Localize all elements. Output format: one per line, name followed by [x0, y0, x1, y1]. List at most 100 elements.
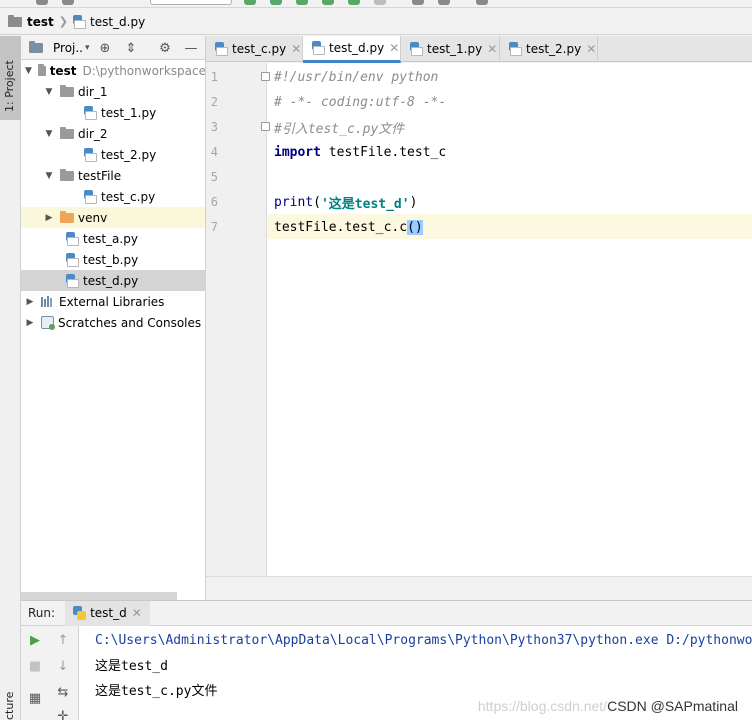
search-icon[interactable] — [438, 0, 450, 5]
tree-item-folder[interactable]: ▼ dir_2 — [21, 123, 205, 144]
chevron-down-icon[interactable]: ▼ — [44, 87, 54, 97]
code-comment: #!/usr/bin/env python — [274, 70, 439, 85]
code-comment: #引入test_c.py文件 — [274, 122, 405, 137]
close-icon[interactable]: ✕ — [291, 42, 301, 56]
layout-icon[interactable]: ▦ — [27, 690, 43, 706]
tree-item-scratches[interactable]: ▶ Scratches and Consoles — [21, 312, 205, 333]
tree-item-venv[interactable]: ▶ venv — [21, 207, 205, 228]
scroll-down-icon[interactable]: ↓ — [55, 658, 71, 674]
scroll-up-icon[interactable]: ↑ — [55, 632, 71, 648]
close-icon[interactable]: ✕ — [389, 41, 399, 55]
run-tab-label: test_d — [90, 606, 127, 620]
rerun-icon[interactable]: ▶ — [27, 632, 43, 648]
tree-item-label: Scratches and Consoles — [58, 315, 202, 330]
tree-item-label: test_2.py — [101, 147, 157, 162]
locate-file-icon[interactable]: ⊕ — [97, 40, 113, 56]
fold-marker-icon[interactable] — [261, 72, 270, 81]
chevron-down-icon[interactable]: ▼ — [44, 129, 54, 139]
run-console[interactable]: C:\Users\Administrator\AppData\Local\Pro… — [79, 626, 752, 720]
run-tab[interactable]: test_d ✕ — [65, 600, 150, 626]
code-line: # -*- coding:utf-8 -*- — [274, 90, 446, 115]
tree-item-file[interactable]: test_1.py — [21, 102, 205, 123]
code-text: testFile.test_c — [320, 145, 447, 160]
run-config-selector[interactable] — [150, 0, 232, 5]
python-file-icon — [215, 42, 228, 56]
tab-test-1[interactable]: test_1.py ✕ — [401, 36, 500, 62]
folder-icon — [60, 210, 74, 223]
console-command: C:\Users\Administrator\AppData\Local\Pro… — [95, 632, 752, 648]
tree-item-folder[interactable]: ▼ dir_1 — [21, 81, 205, 102]
python-file-icon — [66, 231, 79, 246]
structure-tool-tab-label: cture — [3, 691, 16, 720]
close-icon[interactable]: ✕ — [487, 42, 497, 56]
run-icon[interactable] — [244, 0, 256, 5]
project-panel-header: Proj.. ▾ ⊕ ⇕ ⚙ — — [21, 36, 205, 60]
code-editor[interactable]: 1 2 3 4 5 6 7 #!/usr/bin/env python # -*… — [206, 63, 752, 576]
collapse-all-icon[interactable]: ⇕ — [123, 40, 139, 56]
console-line: 这是test_c.py文件 — [95, 677, 217, 701]
folder-icon — [60, 84, 74, 97]
tree-item-folder[interactable]: ▼ testFile — [21, 165, 205, 186]
tab-test-c[interactable]: test_c.py ✕ — [206, 36, 303, 62]
code-paren-highlight: () — [407, 220, 423, 235]
tree-item-external-libraries[interactable]: ▶ External Libraries — [21, 291, 205, 312]
tab-test-2[interactable]: test_2.py ✕ — [500, 36, 598, 62]
folder-icon — [37, 63, 46, 76]
concurrency-icon[interactable] — [348, 0, 360, 5]
build-icon[interactable] — [412, 0, 424, 5]
tree-item-file[interactable]: test_a.py — [21, 228, 205, 249]
tree-item-label: testFile — [78, 168, 122, 183]
line-number: 4 — [210, 145, 218, 159]
tab-label: test_d.py — [329, 41, 385, 55]
breadcrumb-file[interactable]: test_d.py — [90, 15, 145, 29]
line-number: 5 — [210, 170, 218, 184]
breadcrumb-project[interactable]: test — [27, 15, 54, 29]
tab-label: test_c.py — [232, 42, 287, 56]
editor-bottom-area — [206, 576, 752, 600]
tree-item-root[interactable]: ▼ test D:\pythonworkspace — [21, 60, 206, 81]
chevron-down-icon[interactable]: ▼ — [25, 66, 32, 76]
toolbar-icon[interactable] — [36, 0, 48, 5]
close-icon[interactable]: ✕ — [132, 606, 142, 620]
chevron-right-icon[interactable]: ▶ — [25, 318, 35, 328]
tree-item-label: test_c.py — [101, 189, 156, 204]
console-line: C:\Users\Administrator\AppData\Local\Pro… — [95, 628, 752, 652]
project-tool-tab[interactable]: 1: Project — [0, 36, 21, 120]
tree-item-path: D:\pythonworkspace — [82, 63, 206, 78]
coverage-icon[interactable] — [296, 0, 308, 5]
tree-item-file[interactable]: test_2.py — [21, 144, 205, 165]
stop-icon[interactable] — [374, 0, 386, 5]
tree-item-label: External Libraries — [59, 294, 165, 309]
structure-tool-tab[interactable]: cture — [0, 680, 21, 720]
tree-item-file[interactable]: test_b.py — [21, 249, 205, 270]
profile-icon[interactable] — [322, 0, 334, 5]
pin-icon[interactable]: ✛ — [55, 708, 71, 720]
tree-item-file[interactable]: test_c.py — [21, 186, 205, 207]
horizontal-scrollbar[interactable] — [21, 592, 177, 600]
tab-label: test_2.py — [526, 42, 582, 56]
chevron-down-icon[interactable]: ▼ — [44, 171, 54, 181]
tab-test-d[interactable]: test_d.py ✕ — [303, 36, 401, 63]
editor-gutter: 1 2 3 4 5 6 7 — [206, 63, 270, 576]
main-toolbar — [0, 0, 752, 8]
code-line: #!/usr/bin/env python — [274, 65, 438, 90]
toolbar-icon[interactable] — [62, 0, 74, 5]
code-builtin: print — [274, 195, 314, 210]
gear-icon[interactable]: ⚙ — [157, 40, 173, 56]
console-line: 这是test_d — [95, 652, 168, 676]
python-file-icon — [66, 273, 79, 288]
tree-item-file-selected[interactable]: test_d.py — [21, 270, 205, 291]
debug-icon[interactable] — [270, 0, 282, 5]
fold-marker-icon[interactable] — [261, 122, 270, 131]
chevron-right-icon[interactable]: ▶ — [44, 213, 54, 223]
chevron-down-icon[interactable]: ▾ — [85, 43, 90, 53]
chevron-right-icon[interactable]: ▶ — [25, 297, 35, 307]
hide-panel-icon[interactable]: — — [183, 40, 199, 56]
stop-icon[interactable]: ■ — [27, 658, 43, 674]
close-icon[interactable]: ✕ — [586, 42, 596, 56]
tree-item-label: venv — [78, 210, 108, 225]
soft-wrap-icon[interactable]: ⇆ — [55, 684, 71, 700]
project-view-selector[interactable]: Proj.. — [53, 41, 83, 55]
editor-tab-bar: test_c.py ✕ test_d.py ✕ test_1.py ✕ test… — [206, 36, 752, 63]
vcs-icon[interactable] — [476, 0, 488, 5]
